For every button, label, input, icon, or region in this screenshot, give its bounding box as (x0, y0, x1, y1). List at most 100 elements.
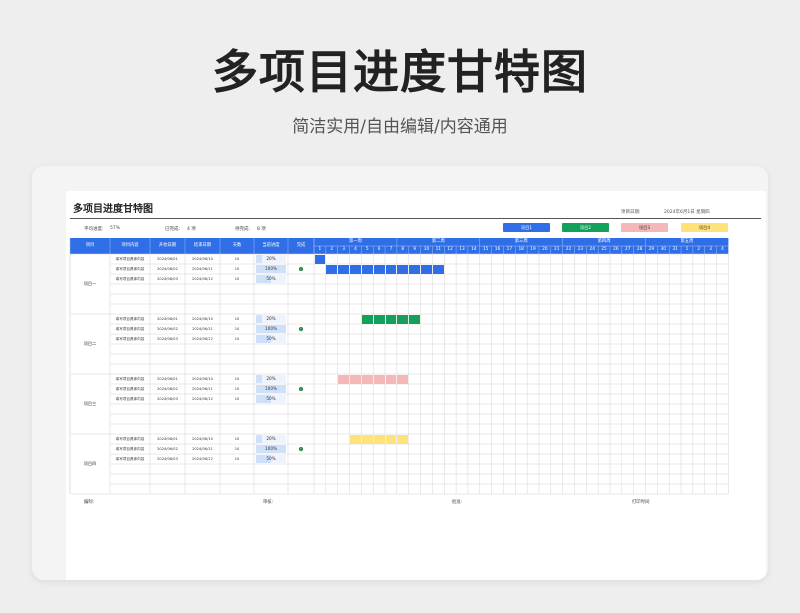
gantt-bar-cell (409, 314, 421, 324)
task-days[interactable]: 10 (220, 394, 254, 404)
gantt-bar-cell (385, 434, 397, 444)
progress-bar: 20% (256, 255, 286, 263)
task-content[interactable]: 填写项目具体内容 (110, 434, 150, 444)
day-header: 3 (709, 247, 712, 252)
task-days[interactable]: 10 (220, 334, 254, 344)
progress-label: 20% (266, 376, 276, 381)
day-header: 19 (530, 247, 536, 252)
column-header-3: 开始日期 (158, 243, 177, 248)
task-start-date[interactable]: 2024/06/02 (150, 384, 185, 394)
progress-bar: 50% (256, 335, 286, 343)
task-days[interactable]: 10 (220, 384, 254, 394)
day-header: 23 (577, 247, 584, 252)
progress-bar: 50% (256, 395, 286, 403)
task-days[interactable]: 10 (220, 254, 254, 264)
task-end-date[interactable]: 2024/06/12 (185, 454, 220, 464)
progress-label: 20% (266, 256, 276, 261)
task-end-date[interactable]: 2024/06/10 (185, 434, 220, 444)
task-start-date[interactable]: 2024/06/03 (150, 274, 185, 284)
gantt-bar-cell (432, 264, 444, 274)
day-header: 5 (365, 247, 369, 252)
column-header-5: 天数 (232, 243, 242, 248)
progress-label: 50% (266, 336, 276, 341)
task-days[interactable]: 10 (220, 444, 254, 454)
task-start-date[interactable]: 2024/06/03 (150, 454, 185, 464)
task-content[interactable]: 填写项目具体内容 (110, 314, 150, 324)
task-content[interactable]: 填写项目具体内容 (110, 324, 150, 334)
gantt-bar-cell (361, 434, 373, 444)
task-content[interactable]: 填写项目具体内容 (110, 454, 150, 464)
task-start-date[interactable]: 2024/06/03 (150, 334, 185, 344)
progress-bar: 100% (256, 325, 286, 333)
week-header-1: 第一周 (348, 239, 362, 244)
task-end-date[interactable]: 2024/06/11 (185, 264, 220, 274)
gantt-bar-cell (385, 374, 397, 384)
progress-bar: 100% (256, 265, 286, 273)
gantt-bar-cell (397, 374, 409, 384)
task-start-date[interactable]: 2024/06/01 (150, 254, 185, 264)
task-end-date[interactable]: 2024/06/10 (185, 374, 220, 384)
task-content[interactable]: 填写项目具体内容 (110, 374, 150, 384)
task-days[interactable]: 10 (220, 314, 254, 324)
task-content[interactable]: 填写项目具体内容 (110, 254, 150, 264)
day-header: 1 (318, 247, 322, 252)
gantt-bar-cell (397, 264, 409, 274)
task-end-date[interactable]: 2024/06/12 (185, 334, 220, 344)
progress-bar: 20% (256, 375, 286, 383)
day-header: 2 (697, 247, 701, 252)
task-days[interactable]: 10 (220, 374, 254, 384)
task-end-date[interactable]: 2024/06/11 (185, 324, 220, 334)
gantt-bar-cell (338, 264, 349, 274)
task-start-date[interactable]: 2024/06/01 (150, 314, 185, 324)
task-days[interactable]: 10 (220, 434, 254, 444)
task-start-date[interactable]: 2024/06/03 (150, 394, 185, 404)
task-start-date[interactable]: 2024/06/02 (150, 264, 185, 274)
day-header: 15 (482, 247, 489, 252)
task-end-date[interactable]: 2024/06/10 (185, 254, 220, 264)
task-days[interactable]: 10 (220, 324, 254, 334)
day-header: 3 (342, 247, 345, 252)
progress-bar: 20% (256, 435, 286, 443)
task-days[interactable]: 10 (220, 274, 254, 284)
gantt-table: 项目 项目内容 开始日期 结束日期 天数 当前进度 完成 第一周 第二周 第三周 第四周 第五周 1 2 3… (66, 191, 766, 580)
gantt-bar-cell (397, 314, 409, 324)
task-start-date[interactable]: 2024/06/01 (150, 434, 185, 444)
task-end-date[interactable]: 2024/06/11 (185, 384, 220, 394)
gantt-bar-cell (326, 264, 338, 274)
task-start-date[interactable]: 2024/06/01 (150, 374, 185, 384)
day-header: 29 (648, 247, 655, 252)
gantt-bar-cell (373, 374, 385, 384)
day-header: 30 (660, 247, 666, 252)
day-header: 20 (542, 247, 548, 252)
task-end-date[interactable]: 2024/06/12 (185, 274, 220, 284)
task-end-date[interactable]: 2024/06/11 (185, 444, 220, 454)
day-header: 17 (506, 247, 513, 252)
progress-bar: 50% (256, 275, 286, 283)
column-header-1: 项目 (85, 243, 95, 248)
progress-label: 50% (266, 456, 276, 461)
gantt-bar-cell (373, 434, 385, 444)
task-content[interactable]: 填写项目具体内容 (110, 264, 150, 274)
task-content[interactable]: 填写项目具体内容 (110, 274, 150, 284)
task-days[interactable]: 10 (220, 264, 254, 274)
day-header: 22 (565, 247, 572, 252)
progress-label: 100% (265, 326, 277, 331)
task-content[interactable]: 填写项目具体内容 (110, 384, 150, 394)
task-start-date[interactable]: 2024/06/02 (150, 444, 185, 454)
gantt-bar-cell (314, 254, 326, 264)
task-content[interactable]: 填写项目具体内容 (110, 444, 150, 454)
task-end-date[interactable]: 2024/06/10 (185, 314, 220, 324)
task-end-date[interactable]: 2024/06/12 (185, 394, 220, 404)
gantt-bar-cell (361, 264, 373, 274)
task-content[interactable]: 填写项目具体内容 (110, 394, 150, 404)
week-header-4: 第四周 (597, 239, 611, 244)
progress-label: 100% (265, 386, 277, 391)
task-start-date[interactable]: 2024/06/02 (150, 324, 185, 334)
progress-label: 50% (266, 276, 276, 281)
day-header: 4 (354, 247, 357, 252)
day-header: 14 (471, 247, 477, 252)
task-content[interactable]: 填写项目具体内容 (110, 334, 150, 344)
task-days[interactable]: 10 (220, 454, 254, 464)
progress-label: 100% (265, 446, 277, 451)
day-header: 1 (685, 247, 689, 252)
